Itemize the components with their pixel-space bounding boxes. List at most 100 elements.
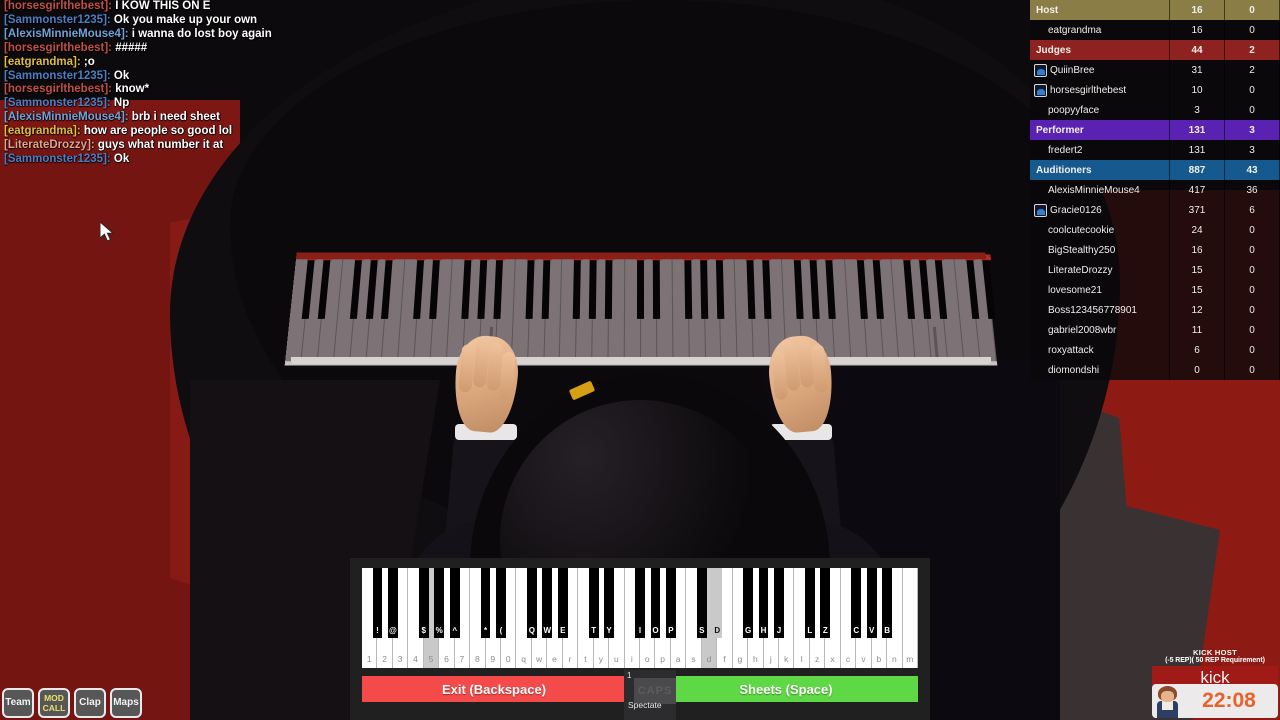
piano-key-label: S [697,626,707,635]
leaderboard-player-row[interactable]: Gracie0126 371 6 [1030,200,1280,220]
leaderboard-player-row[interactable]: fredert2 131 3 [1030,140,1280,160]
leaderboard-player-row[interactable]: diomondshi 0 0 [1030,360,1280,380]
piano-key-label: 2 [377,654,391,664]
leaderboard-name: Gracie0126 [1050,205,1102,216]
leaderboard-player-row[interactable]: QuiinBree 31 2 [1030,60,1280,80]
piano-black-key[interactable]: % [434,568,444,638]
leaderboard-rep-cell: 2 [1225,60,1280,80]
leaderboard-group-row[interactable]: Judges 44 2 [1030,40,1280,60]
leaderboard-name: horsesgirlthebest [1050,85,1126,96]
piano-black-key[interactable]: T [589,568,599,638]
scene-piano[interactable] [285,253,997,362]
piano-black-key[interactable]: H [759,568,769,638]
leaderboard-player-row[interactable]: BigStealthy250 16 0 [1030,240,1280,260]
piano-black-key[interactable]: P [666,568,676,638]
piano-black-key[interactable]: ( [496,568,506,638]
piano-black-key[interactable]: C [851,568,861,638]
piano-black-key[interactable]: @ [388,568,398,638]
leaderboard-player-row[interactable]: eatgrandma 16 0 [1030,20,1280,40]
leaderboard-rep-cell: 0 [1225,340,1280,360]
leaderboard-name-cell: BigStealthy250 [1030,240,1170,260]
piano-button-row: Exit (Backspace) 1 CAPS Spectate Sheets … [362,676,918,702]
leaderboard-player-row[interactable]: LiterateDrozzy 15 0 [1030,260,1280,280]
piano-key-label: Y [604,626,614,635]
exit-button[interactable]: Exit (Backspace) [362,676,626,702]
chat-text: Ok you make up your own [111,14,257,26]
piano-key-label: m [903,654,917,664]
piano-key-label: J [774,626,784,635]
piano-black-key[interactable]: B [882,568,892,638]
piano-black-key[interactable]: O [651,568,661,638]
leaderboard-score-cell: 44 [1170,40,1225,60]
leaderboard-group-row[interactable]: Performer 131 3 [1030,120,1280,140]
piano-white-key[interactable]: m [903,568,918,668]
piano-black-key[interactable]: ! [373,568,383,638]
leaderboard-rep-cell: 0 [1225,240,1280,260]
hud-button-clap[interactable]: Clap [74,688,106,718]
piano-black-key[interactable]: G [743,568,753,638]
scene-piano-black-key [637,254,644,318]
piano-black-key[interactable]: Q [527,568,537,638]
piano-key-label: I [635,626,645,635]
piano-black-key[interactable]: Y [604,568,614,638]
piano-black-key[interactable]: Z [820,568,830,638]
piano-black-key[interactable]: V [867,568,877,638]
avatar-thumbnail [1152,684,1182,718]
sheets-button[interactable]: Sheets (Space) [654,676,918,702]
spectate-button[interactable]: 1 CAPS Spectate [624,670,676,720]
leaderboard-score-cell: 417 [1170,180,1225,200]
piano-black-key[interactable]: S [697,568,707,638]
piano-black-key[interactable]: * [481,568,491,638]
piano-key-label: c [841,654,855,664]
piano-black-key[interactable]: E [558,568,568,638]
piano-black-key[interactable]: ^ [450,568,460,638]
leaderboard-player-row[interactable]: coolcutecookie 24 0 [1030,220,1280,240]
piano-control-panel[interactable]: 1 2 3 4 5 6 7 8 9 0 q w e r t y u i o p a s d f g h j k l z x c v b n m! @ $%… [350,558,930,720]
leaderboard-player-row[interactable]: Boss123456778901 12 0 [1030,300,1280,320]
piano-black-key[interactable]: I [635,568,645,638]
leaderboard-name: eatgrandma [1048,25,1101,36]
piano-black-key[interactable]: J [774,568,784,638]
leaderboard-name-cell: gabriel2008wbr [1030,320,1170,340]
piano-black-key[interactable]: L [805,568,815,638]
leaderboard-panel[interactable]: Host 16 0 eatgrandma 16 0 Judges 44 2 QuiinBree 31… [1030,0,1280,380]
scene-piano-black-key [809,254,819,318]
leaderboard-group-row[interactable]: Host 16 0 [1030,0,1280,20]
leaderboard-player-row[interactable]: AlexisMinnieMouse4 417 36 [1030,180,1280,200]
piano-black-key[interactable]: D [712,568,722,638]
piano-key-label: 0 [501,654,515,664]
leaderboard-name-cell: LiterateDrozzy [1030,260,1170,280]
hud-button-mod-call[interactable]: MOD CALL [38,688,70,718]
piano-black-key[interactable]: $ [419,568,429,638]
chat-username: [horsesgirlthebest]: [4,0,112,12]
leaderboard-player-row[interactable]: lovesome21 15 0 [1030,280,1280,300]
leaderboard-rep-cell: 6 [1225,200,1280,220]
scene-piano-black-key [573,254,581,318]
scene-piano-black-key [349,254,362,318]
piano-keyboard[interactable]: 1 2 3 4 5 6 7 8 9 0 q w e r t y u i o p a s d f g h j k l z x c v b n m! @ $%… [362,568,918,668]
rank-badge-icon [1034,204,1047,217]
piano-key-label: Q [527,626,537,635]
hud-button-maps[interactable]: Maps [110,688,142,718]
leaderboard-name: BigStealthy250 [1048,245,1115,256]
leaderboard-group-row[interactable]: Auditioners 887 43 [1030,160,1280,180]
piano-key-label: z [810,654,824,664]
leaderboard-rep-cell: 0 [1225,300,1280,320]
hud-button-label: MOD [43,693,66,703]
scene-piano-black-key [762,254,771,318]
chat-username: [LiterateDrozzy]: [4,139,95,151]
leaderboard-player-row[interactable]: roxyattack 6 0 [1030,340,1280,360]
leaderboard-name-cell: Auditioners [1030,160,1170,180]
scene-piano-black-key [318,254,331,318]
leaderboard-player-row[interactable]: gabriel2008wbr 11 0 [1030,320,1280,340]
chat-message: [eatgrandma]: how are people so good lol [4,125,424,139]
piano-black-key[interactable]: W [542,568,552,638]
leaderboard-player-row[interactable]: poopyyface 3 0 [1030,100,1280,120]
leaderboard-name-cell: Performer [1030,120,1170,140]
hud-button-team[interactable]: Team [2,688,34,718]
leaderboard-score-cell: 10 [1170,80,1225,100]
piano-key-label: ( [496,626,506,635]
leaderboard-player-row[interactable]: horsesgirlthebest 10 0 [1030,80,1280,100]
chat-text: Ok [111,153,130,165]
rank-badge-icon [1034,84,1047,97]
